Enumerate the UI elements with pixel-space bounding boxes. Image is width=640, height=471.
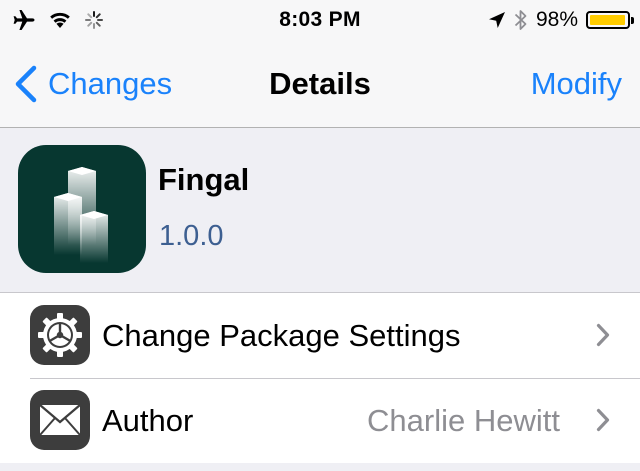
chevron-right-icon [596, 323, 610, 347]
author-label: Author [102, 403, 194, 438]
battery-percent: 98% [535, 8, 578, 31]
package-header: Fingal 1.0.0 [0, 128, 640, 292]
change-package-settings-label: Change Package Settings [102, 318, 461, 353]
fingal-app-icon [18, 145, 146, 273]
battery-icon [586, 11, 634, 29]
status-bar: 8:03 PM 98% [0, 0, 640, 40]
options-list: Change Package Settings Author Charlie H… [0, 292, 640, 463]
modify-button[interactable]: Modify [531, 64, 622, 104]
navigation-bar: Changes Details Modify [0, 40, 640, 128]
package-version: 1.0.0 [159, 220, 224, 252]
battery-level-fill [590, 15, 626, 25]
envelope-icon [30, 390, 90, 450]
bluetooth-icon [514, 10, 527, 30]
status-right: 98% [488, 7, 634, 33]
author-row[interactable]: Author Charlie Hewitt [0, 378, 640, 463]
gear-icon [30, 305, 90, 365]
chevron-right-icon [596, 408, 610, 432]
change-package-settings-row[interactable]: Change Package Settings [0, 293, 640, 378]
location-arrow-icon [488, 12, 505, 28]
package-name: Fingal [158, 162, 250, 197]
author-value: Charlie Hewitt [367, 403, 560, 438]
